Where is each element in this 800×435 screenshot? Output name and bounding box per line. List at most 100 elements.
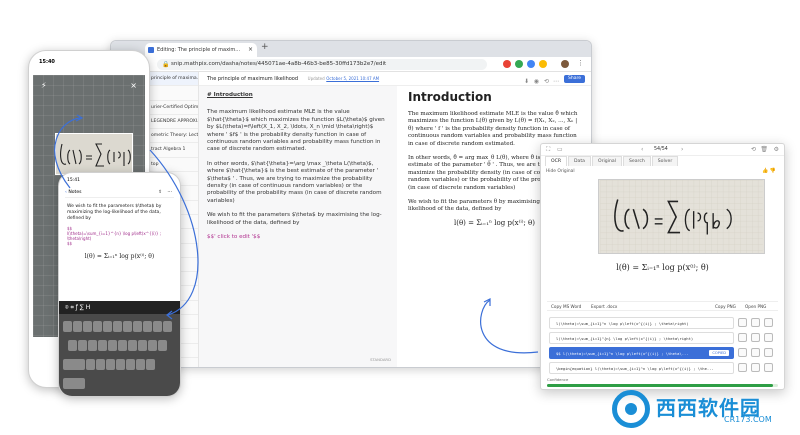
hide-original-toggle[interactable]: Hide Original <box>546 169 575 174</box>
snip-panel: ⛶ ▭ ‹ 54/54 › ⟲ 🗑 ⚙ OCR Data Original Searc… <box>540 143 785 390</box>
copy-icon[interactable] <box>738 348 747 357</box>
editor-paragraph: We wish to fit the parameters $\theta$ b… <box>207 212 382 226</box>
status-time: 15:41 <box>67 178 80 183</box>
browser-tab-title: Editing: The principle of maxim... <box>157 47 241 53</box>
mathpix-favicon-icon <box>148 47 154 53</box>
screenshot-stage: Editing: The principle of maxim... × + ←… <box>0 0 800 435</box>
url-field[interactable]: 🔒 snip.mathpix.com/dasha/notes/445071ae-… <box>157 59 487 70</box>
editor-heading: # Introduction <box>207 92 253 98</box>
search-icon[interactable] <box>764 333 773 342</box>
feedback-icons[interactable]: 👍 👎 <box>762 168 776 174</box>
close-tab-icon[interactable]: × <box>248 43 253 57</box>
browser-menu-icon[interactable]: ⋮ <box>577 59 584 67</box>
rendered-formula: l(θ) = Σᵢ₌₁ⁿ log p(x⁽ⁱ⁾; θ) <box>616 263 709 272</box>
page-counter: 54/54 <box>654 147 668 152</box>
more-options-icon[interactable]: ⋯ <box>167 187 172 198</box>
watermark-logo: 西西软件园 CR173.COM <box>612 390 794 428</box>
handwriting-image <box>600 180 763 253</box>
site-logo-icon <box>612 390 650 428</box>
extension-icon[interactable] <box>503 60 511 68</box>
browser-tab-bar: Editing: The principle of maxim... × + <box>111 41 591 60</box>
result-row[interactable]: l(\theta)=\sum_{i=1}^n \log p\left(x^{(i… <box>549 317 734 329</box>
search-icon[interactable] <box>764 363 773 372</box>
export-docx-button[interactable]: Export .docx <box>591 302 617 312</box>
confidence-bar <box>547 384 778 387</box>
snip-toolbar: ⛶ ▭ ‹ 54/54 › ⟲ 🗑 ⚙ <box>541 144 784 156</box>
folder-icon[interactable]: ▭ <box>557 146 563 153</box>
updated-label: Updated <box>307 76 325 81</box>
edit-icon[interactable] <box>751 363 760 372</box>
search-icon[interactable] <box>764 348 773 357</box>
scan-region[interactable] <box>55 133 133 175</box>
original-image <box>598 179 765 254</box>
toolbar-symbols: ⌾ ⌗ ƒ ∑ H <box>65 304 91 311</box>
share-button[interactable]: Share <box>564 75 585 83</box>
gear-icon[interactable]: ⚙ <box>774 146 779 153</box>
result-row[interactable]: l(\theta)=\sum_{i=1}^{n} \log p\left(x^{… <box>549 332 734 344</box>
copy-icon[interactable] <box>738 318 747 327</box>
url-text: snip.mathpix.com/dasha/notes/445071ae-4a… <box>171 61 387 67</box>
browser-window: Editing: The principle of maxim... × + ←… <box>110 40 592 368</box>
tab-solver[interactable]: Solver <box>651 156 679 166</box>
status-bar: 15:41 <box>59 178 180 183</box>
extension-icon[interactable] <box>527 60 535 68</box>
open-png-button[interactable]: Open PNG <box>745 302 766 312</box>
snip-tabs: OCR Data Original Search Solver <box>545 156 679 166</box>
document-title[interactable]: The principle of maximum likelihood <box>207 76 298 82</box>
note-formula: l(θ) = Σᵢ₌₁ⁿ log p(x⁽ⁱ⁾; θ) <box>84 253 155 260</box>
extension-icon[interactable] <box>539 60 547 68</box>
share-icon[interactable]: ⇪ <box>158 187 162 198</box>
tab-data[interactable]: Data <box>568 156 591 166</box>
markdown-editor[interactable]: # Introduction The maximum likelihood es… <box>199 86 397 367</box>
edit-icon[interactable] <box>751 348 760 357</box>
note-paragraph: We wish to fit the parameters $\theta$ b… <box>67 204 162 221</box>
keyboard[interactable] <box>59 314 180 396</box>
flash-icon[interactable]: ⚡ <box>41 81 47 90</box>
edit-icon[interactable] <box>751 318 760 327</box>
edit-icon[interactable] <box>751 333 760 342</box>
status-time: 15:40 <box>39 59 55 65</box>
copy-icon[interactable] <box>738 333 747 342</box>
search-icon[interactable] <box>764 318 773 327</box>
math-keyboard-toolbar[interactable]: ⌾ ⌗ ƒ ∑ H <box>59 301 180 314</box>
note-content[interactable]: We wish to fit the parameters $\theta$ b… <box>67 204 172 260</box>
latex-line: $$ <box>67 241 73 246</box>
copy-png-button[interactable]: Copy PNG <box>715 302 736 312</box>
next-page-icon[interactable]: › <box>681 146 683 153</box>
new-tab-icon[interactable]: + <box>261 42 269 52</box>
document-header: The principle of maximum likelihood Upda… <box>199 72 591 86</box>
watermark-site: CR173.COM <box>724 415 772 424</box>
close-icon[interactable]: × <box>130 81 137 90</box>
address-bar-row: ← → ↻ 🔒 snip.mathpix.com/dasha/notes/445… <box>111 57 591 72</box>
result-text: l(\theta)=\sum_{i=1}^{n} \log p\left(x^{… <box>556 336 694 341</box>
result-row-selected[interactable]: $$ l(\theta)=\sum_{i=1}^n \log p\left(x^… <box>549 347 734 359</box>
result-text: \begin{equation} l(\theta)=\sum_{i=1}^n … <box>556 366 714 371</box>
history-icon[interactable]: ⟲ <box>751 146 756 153</box>
notes-back-button[interactable]: Notes <box>68 190 81 195</box>
result-text: l(\theta)=\sum_{i=1}^n \log p\left(x^{(i… <box>556 321 689 326</box>
scanned-formula-image <box>60 143 131 167</box>
browser-tab[interactable]: Editing: The principle of maxim... × <box>145 43 257 57</box>
tab-original[interactable]: Original <box>591 156 622 166</box>
back-icon[interactable]: ‹ <box>65 190 67 195</box>
confidence-label: Confidence <box>547 377 569 382</box>
updated-date-link[interactable]: October 5, 2021 10:47 AM <box>326 76 379 81</box>
trash-icon[interactable]: 🗑 <box>760 146 768 153</box>
screenshot-icon[interactable]: ⛶ <box>546 146 550 154</box>
extension-icon[interactable] <box>515 60 523 68</box>
profile-avatar[interactable] <box>561 60 569 68</box>
mathpix-app: principle of maxima... urier-Certified O… <box>111 72 591 367</box>
editor-paragraph: In other words, $\hat{\theta}=\arg \max … <box>207 160 382 204</box>
copy-ms-word-button[interactable]: Copy MS Word <box>551 302 581 312</box>
tab-search[interactable]: Search <box>622 156 651 166</box>
click-to-edit-placeholder[interactable]: $$' click to edit '$$ <box>207 234 389 241</box>
copied-badge: COPIED <box>709 350 729 356</box>
result-row[interactable]: \begin{equation} l(\theta)=\sum_{i=1}^n … <box>549 362 734 374</box>
tab-ocr[interactable]: OCR <box>545 156 568 166</box>
confidence-bar-fill <box>547 384 774 387</box>
copy-icon[interactable] <box>738 363 747 372</box>
result-text: $$ l(\theta)=\sum_{i=1}^n \log p\left(x^… <box>556 351 689 356</box>
notes-nav-bar: ‹ Notes ⇪ ⋯ <box>65 187 174 198</box>
prev-page-icon[interactable]: ‹ <box>641 146 643 153</box>
editor-mode-label: STANDARD <box>370 356 391 362</box>
